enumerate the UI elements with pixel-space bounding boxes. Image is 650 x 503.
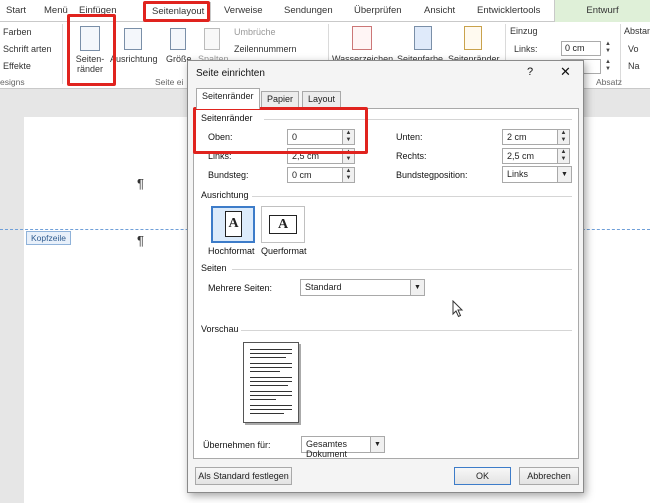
- bottom-margin-input[interactable]: 2 cm: [502, 129, 558, 145]
- close-button[interactable]: ✕: [560, 64, 571, 80]
- portrait-label: Hochformat: [208, 246, 255, 256]
- designs-group-label: esigns: [0, 77, 25, 87]
- tab-layout[interactable]: Layout: [302, 91, 342, 108]
- paragraph-mark: ¶: [137, 176, 144, 191]
- margins-button[interactable]: Seiten- ränder: [73, 54, 107, 74]
- section-divider: [264, 119, 572, 120]
- preview-section-title: Vorschau: [201, 324, 239, 334]
- left-margin-label: Links:: [208, 151, 232, 161]
- line-numbers-button[interactable]: Zeilennummern: [234, 44, 297, 54]
- indent-left-spinner[interactable]: ▲ ▼: [603, 41, 613, 56]
- breaks-button[interactable]: Umbrüche: [234, 27, 276, 37]
- header-paragraph-mark: ¶: [137, 233, 144, 248]
- chevron-down-icon: ▼: [410, 280, 424, 295]
- ok-button[interactable]: OK: [454, 467, 511, 485]
- top-margin-label: Oben:: [208, 132, 233, 142]
- tab-review[interactable]: Überprüfen: [354, 5, 402, 16]
- spacing-title: Abstan: [624, 26, 650, 36]
- tab-insert[interactable]: Einfügen: [79, 5, 117, 16]
- page-setup-dialog: Seite einrichten ? ✕ Seitenränder Papier…: [187, 60, 584, 493]
- multiple-pages-label: Mehrere Seiten:: [208, 283, 273, 293]
- apply-to-value: Gesamtes Dokument: [306, 439, 348, 459]
- gutter-input[interactable]: 0 cm: [287, 167, 343, 183]
- tab-page-layout[interactable]: Seitenlayout: [145, 2, 212, 23]
- indent-right-spinner[interactable]: ▲ ▼: [603, 59, 613, 74]
- landscape-icon: A: [269, 215, 297, 234]
- portrait-option[interactable]: A: [211, 206, 255, 243]
- chevron-down-icon: ▼: [370, 437, 384, 452]
- pages-section-title: Seiten: [201, 263, 227, 273]
- apply-to-select[interactable]: Gesamtes Dokument ▼: [301, 436, 385, 459]
- top-margin-input[interactable]: 0: [287, 129, 343, 145]
- size-icon: [170, 28, 186, 50]
- margins-icon: [80, 26, 100, 51]
- header-tag: Kopfzeile: [26, 231, 71, 245]
- right-margin-input[interactable]: 2,5 cm: [502, 148, 558, 164]
- gutter-position-label: Bundstegposition:: [396, 170, 468, 180]
- tab-view[interactable]: Ansicht: [424, 5, 455, 16]
- margins-section-title: Seitenränder: [201, 113, 253, 123]
- tab-menu[interactable]: Menü: [44, 5, 68, 16]
- gutter-position-select[interactable]: Links ▼: [502, 166, 572, 183]
- apply-to-label: Übernehmen für:: [203, 440, 271, 450]
- mouse-cursor-icon: [452, 300, 464, 318]
- page-borders-icon: [464, 26, 482, 50]
- cancel-button[interactable]: Abbrechen: [519, 467, 579, 485]
- section-divider: [241, 330, 572, 331]
- set-as-default-button[interactable]: Als Standard festlegen: [195, 467, 292, 485]
- top-margin-spinner[interactable]: ▲ ▼: [343, 129, 355, 145]
- tab-design[interactable]: Entwurf: [554, 0, 650, 22]
- spacing-after-label: Na: [628, 61, 640, 71]
- indent-left-label: Links:: [514, 44, 538, 54]
- multiple-pages-select[interactable]: Standard ▼: [300, 279, 425, 296]
- right-margin-label: Rechts:: [396, 151, 427, 161]
- chevron-down-icon: ▼: [557, 167, 571, 182]
- bottom-margin-label: Unten:: [396, 132, 423, 142]
- tab-paper[interactable]: Papier: [261, 91, 300, 108]
- indent-title: Einzug: [510, 26, 538, 36]
- multiple-pages-value: Standard: [305, 282, 342, 292]
- watermark-icon: [352, 26, 372, 50]
- page-setup-group-label: Seite ei: [155, 77, 184, 87]
- page-preview: [243, 342, 299, 423]
- landscape-option[interactable]: A: [261, 206, 305, 243]
- group-separator: [620, 24, 621, 84]
- right-margin-spinner[interactable]: ▲ ▼: [558, 148, 570, 164]
- columns-icon: [204, 28, 220, 50]
- theme-effects-button[interactable]: Effekte: [3, 61, 31, 71]
- section-divider: [252, 196, 572, 197]
- orientation-section-title: Ausrichtung: [201, 190, 249, 200]
- tab-developer[interactable]: Entwicklertools: [477, 5, 540, 16]
- gutter-position-value: Links: [507, 169, 529, 179]
- ribbon-tab-bar: Start Menü Einfügen Seitenlayout Verweis…: [0, 0, 650, 23]
- left-margin-input[interactable]: 2,5 cm: [287, 148, 343, 164]
- help-button[interactable]: ?: [527, 66, 533, 78]
- section-divider: [232, 269, 572, 270]
- page-color-icon: [414, 26, 432, 50]
- theme-colors-button[interactable]: Farben: [3, 27, 32, 37]
- tab-mailings[interactable]: Sendungen: [284, 5, 333, 16]
- orientation-icon: [124, 28, 142, 50]
- tab-margins[interactable]: Seitenränder: [196, 88, 260, 109]
- spacing-before-label: Vo: [628, 44, 639, 54]
- tab-start[interactable]: Start: [6, 5, 26, 16]
- gutter-label: Bundsteg:: [208, 170, 249, 180]
- landscape-label: Querformat: [261, 246, 307, 256]
- tab-references[interactable]: Verweise: [224, 5, 263, 16]
- theme-fonts-button[interactable]: Schrift arten: [3, 44, 52, 54]
- paragraph-group-label: Absatz: [596, 77, 622, 87]
- dialog-title: Seite einrichten: [196, 68, 265, 79]
- portrait-icon: A: [225, 211, 242, 237]
- gutter-spinner[interactable]: ▲ ▼: [343, 167, 355, 183]
- left-margin-spinner[interactable]: ▲ ▼: [343, 148, 355, 164]
- orientation-button[interactable]: Ausrichtung: [110, 54, 158, 64]
- group-separator: [62, 24, 63, 84]
- indent-left-input[interactable]: 0 cm: [561, 41, 601, 56]
- bottom-margin-spinner[interactable]: ▲ ▼: [558, 129, 570, 145]
